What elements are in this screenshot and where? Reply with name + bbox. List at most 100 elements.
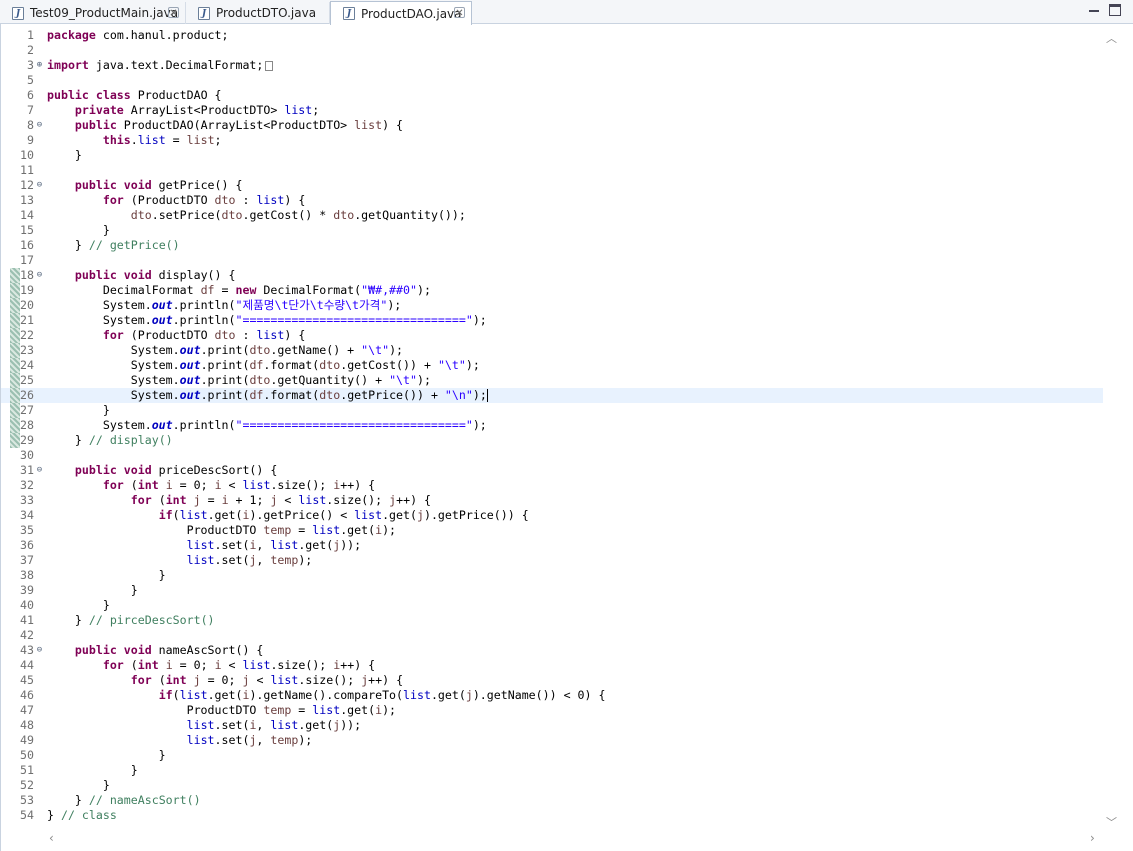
fold-collapse-icon[interactable]: ⊖ xyxy=(35,463,44,478)
code-line[interactable]: 17 xyxy=(1,253,1103,268)
collapsed-block-icon[interactable] xyxy=(265,60,274,71)
code-line[interactable]: 46 if(list.get(i).getName().compareTo(li… xyxy=(1,688,1103,703)
line-number: 13 xyxy=(20,193,34,207)
code-line[interactable]: 15 } xyxy=(1,223,1103,238)
code-token: public class xyxy=(47,88,131,102)
code-token: dto xyxy=(319,358,341,372)
code-line[interactable]: 38 } xyxy=(1,568,1103,583)
code-line[interactable]: 5 xyxy=(1,73,1103,88)
code-line[interactable]: 43 ⊖ public void nameAscSort() { xyxy=(1,643,1103,658)
code-token: for xyxy=(102,478,124,492)
code-line[interactable]: 13 for (ProductDTO dto : list) { xyxy=(1,193,1103,208)
tab-productdao[interactable]: J ProductDAO.java ✕ xyxy=(330,1,472,25)
maximize-icon[interactable] xyxy=(1109,4,1121,16)
code-line[interactable]: 42 xyxy=(1,628,1103,643)
code-line[interactable]: 35 ProductDTO temp = list.get(i); xyxy=(1,523,1103,538)
code-line[interactable]: 7 private ArrayList<ProductDTO> list; xyxy=(1,103,1103,118)
code-line[interactable]: 41 } // pirceDescSort() xyxy=(1,613,1103,628)
code-token: getPrice() { xyxy=(151,178,243,192)
tab-productdto[interactable]: J ProductDTO.java xyxy=(186,2,330,24)
code-line[interactable]: 24 System.out.print(df.format(dto.getCos… xyxy=(1,358,1103,373)
scroll-up-icon[interactable]: ︿ xyxy=(1106,30,1117,46)
fold-collapse-icon[interactable]: ⊖ xyxy=(35,643,44,658)
code-line[interactable]: 18 ⊖ public void display() { xyxy=(1,268,1103,283)
horizontal-scrollbar[interactable]: ‹ › xyxy=(47,831,1103,847)
code-line[interactable]: 19 DecimalFormat df = new DecimalFormat(… xyxy=(1,283,1103,298)
code-token: .set( xyxy=(214,718,250,732)
code-line[interactable]: 11 xyxy=(1,163,1103,178)
vertical-scrollbar[interactable]: ︿ ﹀ xyxy=(1103,24,1120,835)
code-area[interactable]: 1 package com.hanul.product; 2 3 ⊕ import jav… xyxy=(1,28,1103,823)
fold-collapse-icon[interactable]: ⊖ xyxy=(35,118,44,133)
code-text: this.list = list; xyxy=(47,133,222,148)
code-token: ); xyxy=(382,703,397,717)
code-line[interactable]: 47 ProductDTO temp = list.get(i); xyxy=(1,703,1103,718)
close-icon[interactable]: ✕ xyxy=(454,7,465,19)
code-line[interactable]: 2 xyxy=(1,43,1103,58)
code-line[interactable]: 48 list.set(i, list.get(j)); xyxy=(1,718,1103,733)
code-token: } xyxy=(47,748,166,762)
code-line[interactable]: 40 } xyxy=(1,598,1103,613)
code-token: = 0; xyxy=(172,478,215,492)
code-token: "제품명\t단가\t수량\t가격" xyxy=(235,298,388,312)
line-number: 21 xyxy=(20,313,34,327)
code-line[interactable]: 39 } xyxy=(1,583,1103,598)
code-editor[interactable]: 1 package com.hanul.product; 2 3 ⊕ import jav… xyxy=(0,24,1133,851)
code-line[interactable]: 14 dto.setPrice(dto.getCost() * dto.getQ… xyxy=(1,208,1103,223)
code-line[interactable]: 9 this.list = list; xyxy=(1,133,1103,148)
code-line[interactable]: 29 } // display() xyxy=(1,433,1103,448)
code-line[interactable]: 30 xyxy=(1,448,1103,463)
fold-expand-icon[interactable]: ⊕ xyxy=(35,58,44,73)
code-line[interactable]: 45 for (int j = 0; j < list.size(); j++)… xyxy=(1,673,1103,688)
code-line[interactable]: 6 public class ProductDAO { xyxy=(1,88,1103,103)
code-line[interactable]: 36 list.set(i, list.get(j)); xyxy=(1,538,1103,553)
code-line[interactable]: 26 System.out.print(df.format(dto.getPri… xyxy=(1,388,1103,403)
scroll-down-icon[interactable]: ﹀ xyxy=(1106,814,1117,830)
code-line[interactable]: 44 for (int i = 0; i < list.size(); i++)… xyxy=(1,658,1103,673)
code-line[interactable]: 32 for (int i = 0; i < list.size(); i++)… xyxy=(1,478,1103,493)
code-text: public void getPrice() { xyxy=(47,178,243,193)
code-line[interactable]: 25 System.out.print(dto.getQuantity() + … xyxy=(1,373,1103,388)
code-token: .get( xyxy=(298,538,334,552)
code-line[interactable]: 34 if(list.get(i).getPrice() < list.get(… xyxy=(1,508,1103,523)
code-line[interactable]: 49 list.set(j, temp); xyxy=(1,733,1103,748)
code-line[interactable]: 50 } xyxy=(1,748,1103,763)
code-line[interactable]: 3 ⊕ import java.text.DecimalFormat; xyxy=(1,58,1103,73)
code-line[interactable]: 22 for (ProductDTO dto : list) { xyxy=(1,328,1103,343)
code-line[interactable]: 12 ⊖ public void getPrice() { xyxy=(1,178,1103,193)
code-line[interactable]: 52 } xyxy=(1,778,1103,793)
scroll-right-icon[interactable]: › xyxy=(1090,831,1095,845)
code-line[interactable]: 10 } xyxy=(1,148,1103,163)
code-text: list.set(j, temp); xyxy=(47,733,313,748)
scroll-left-icon[interactable]: ‹ xyxy=(49,831,54,845)
line-number: 24 xyxy=(20,358,34,372)
fold-collapse-icon[interactable]: ⊖ xyxy=(35,268,44,283)
code-line[interactable]: 51 } xyxy=(1,763,1103,778)
fold-collapse-icon[interactable]: ⊖ xyxy=(35,178,44,193)
code-line[interactable]: 31 ⊖ public void priceDescSort() { xyxy=(1,463,1103,478)
code-line[interactable]: 27 } xyxy=(1,403,1103,418)
code-line[interactable]: 16 } // getPrice() xyxy=(1,238,1103,253)
code-token: .get( xyxy=(382,508,417,522)
code-line[interactable]: 54} // class xyxy=(1,808,1103,823)
close-icon[interactable]: ✕ xyxy=(168,7,179,19)
code-token: out xyxy=(179,373,201,387)
code-line[interactable]: 23 System.out.print(dto.getName() + "\t"… xyxy=(1,343,1103,358)
code-line[interactable]: 1 package com.hanul.product; xyxy=(1,28,1103,43)
code-line[interactable]: 20 System.out.println("제품명\t단가\t수량\t가격")… xyxy=(1,298,1103,313)
code-line[interactable]: 28 System.out.println("=================… xyxy=(1,418,1103,433)
code-line[interactable]: 21 System.out.println("=================… xyxy=(1,313,1103,328)
code-line[interactable]: 53 } // nameAscSort() xyxy=(1,793,1103,808)
code-line[interactable]: 37 list.set(j, temp); xyxy=(1,553,1103,568)
line-number: 26 xyxy=(20,388,34,402)
code-token: ); xyxy=(465,358,480,372)
minimize-icon[interactable] xyxy=(1088,4,1100,16)
editor-tab-bar: J Test09_ProductMain.java ✕ J ProductDTO… xyxy=(0,0,1133,25)
code-line[interactable]: 33 for (int j = i + 1; j < list.size(); … xyxy=(1,493,1103,508)
code-token: int xyxy=(137,658,159,672)
tab-test09-productmain[interactable]: J Test09_ProductMain.java ✕ xyxy=(0,2,186,24)
code-line[interactable]: 8 ⊖ public ProductDAO(ArrayList<ProductDT… xyxy=(1,118,1103,133)
